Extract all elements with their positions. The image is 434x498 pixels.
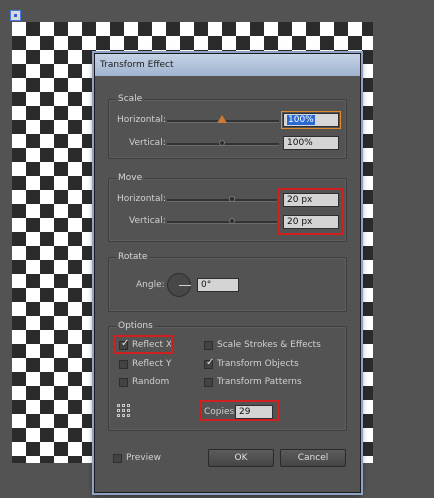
rotate-angle-label: Angle: xyxy=(136,280,165,290)
transform-objects-checkbox[interactable]: ✓ xyxy=(204,358,214,369)
preview-checkbox[interactable] xyxy=(113,454,122,463)
transform-objects-label: Transform Objects xyxy=(217,359,299,369)
move-horizontal-label: Horizontal: xyxy=(117,194,166,204)
reflect-y-label: Reflect Y xyxy=(132,359,172,369)
scale-vertical-label: Vertical: xyxy=(129,138,166,148)
move-vertical-label: Vertical: xyxy=(129,216,166,226)
scale-legend: Scale xyxy=(116,94,145,104)
move-vertical-slider-thumb[interactable] xyxy=(229,218,235,224)
rotate-legend: Rotate xyxy=(116,252,150,262)
selection-handle-icon[interactable] xyxy=(10,10,21,21)
move-horizontal-slider-thumb[interactable] xyxy=(229,196,235,202)
random-checkbox[interactable] xyxy=(119,378,128,387)
rotate-angle-dial[interactable] xyxy=(167,273,191,297)
scale-horizontal-slider-thumb[interactable] xyxy=(217,115,227,123)
move-fields-highlight xyxy=(278,188,344,235)
move-vertical-slider[interactable] xyxy=(167,221,277,224)
reflect-x-highlight xyxy=(113,335,173,354)
reflect-y-checkbox[interactable] xyxy=(119,360,128,369)
reference-point-icon[interactable] xyxy=(117,404,131,418)
scale-group xyxy=(108,99,347,159)
scale-vertical-input[interactable]: 100% xyxy=(283,136,339,150)
ok-button[interactable]: OK xyxy=(208,449,274,467)
rotate-angle-input[interactable]: 0° xyxy=(197,278,239,292)
scale-strokes-label: Scale Strokes & Effects xyxy=(217,340,321,350)
move-legend: Move xyxy=(116,173,145,183)
dialog-title: Transform Effect xyxy=(95,54,360,76)
scale-horizontal-focus-ring xyxy=(281,111,341,129)
preview-label: Preview xyxy=(126,453,162,463)
transform-patterns-label: Transform Patterns xyxy=(217,377,302,387)
transform-patterns-checkbox[interactable] xyxy=(204,378,213,387)
move-horizontal-slider[interactable] xyxy=(167,199,277,202)
scale-vertical-slider-thumb[interactable] xyxy=(219,140,225,146)
scale-strokes-checkbox[interactable] xyxy=(204,341,213,350)
scale-horizontal-label: Horizontal: xyxy=(117,115,166,125)
copies-highlight xyxy=(199,400,279,421)
transform-effect-dialog: Transform Effect Scale Horizontal: 100% … xyxy=(94,53,361,493)
options-legend: Options xyxy=(116,321,155,331)
random-label: Random xyxy=(132,377,170,387)
cancel-button[interactable]: Cancel xyxy=(280,449,346,467)
